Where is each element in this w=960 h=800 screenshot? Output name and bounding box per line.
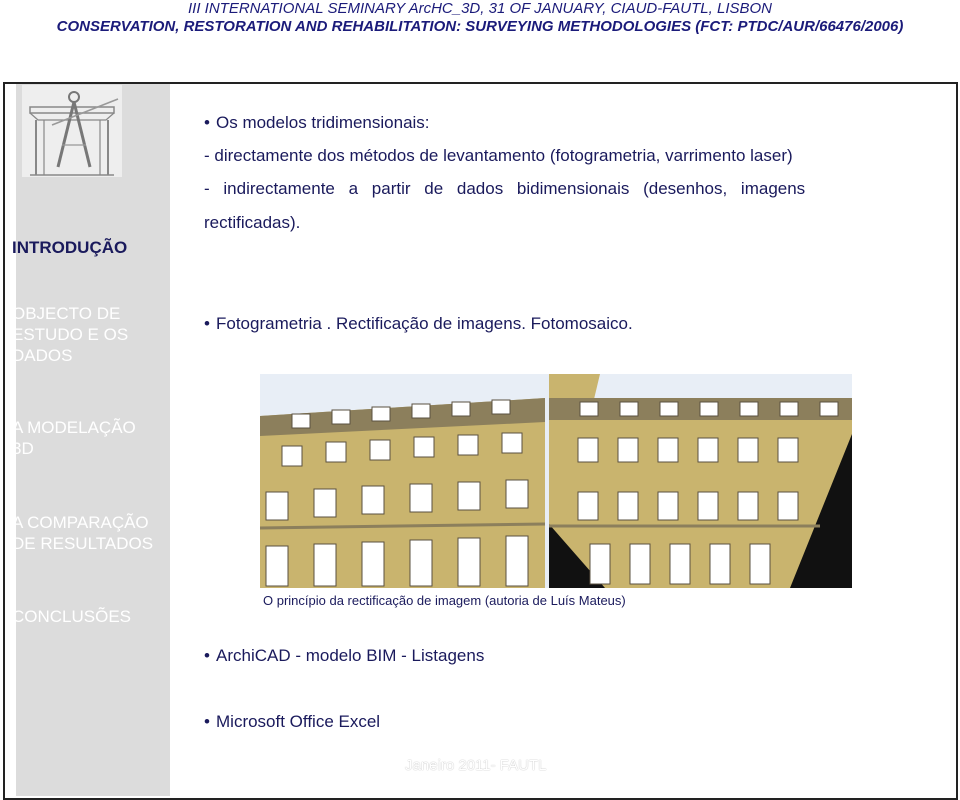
drafting-compass-logo: [22, 85, 122, 177]
facade-images: [259, 374, 852, 588]
bullet-fotogrametria: • Fotogrametria . Rectificação de imagens…: [204, 314, 633, 334]
bullet-modelos: • Os modelos tridimensionais:: [204, 113, 430, 133]
line-directamente: - directamente dos métodos de levantamen…: [204, 146, 793, 165]
bullet-modelos-text: Os modelos tridimensionais:: [216, 113, 430, 132]
nav-objecto-de-estudo[interactable]: OBJECTO DE ESTUDO E OS DADOS: [12, 303, 152, 366]
nav-introducao[interactable]: INTRODUÇÃO: [12, 237, 127, 258]
rectification-photo: [259, 374, 852, 588]
bullet-icon: •: [204, 113, 210, 132]
image-caption: O princípio da rectificação de imagem (a…: [263, 593, 626, 608]
bullet-icon: •: [204, 712, 210, 731]
bullet-fotogrametria-text: Fotogrametria . Rectificação de imagens.…: [216, 314, 633, 333]
nav-comparacao-resultados[interactable]: A COMPARAÇÃO DE RESULTADOS: [12, 512, 162, 554]
seminar-title: III INTERNATIONAL SEMINARY ArcHC_3D, 31 …: [187, 0, 773, 17]
nav-modelacao-3d[interactable]: A MODELAÇÃO 3D: [12, 417, 152, 459]
bullet-excel-text: Microsoft Office Excel: [216, 712, 381, 731]
bullet-archicad-text: ArchiCAD - modelo BIM - Listagens: [216, 646, 485, 665]
bullet-icon: •: [204, 314, 210, 333]
project-title: CONSERVATION, RESTORATION AND REHABILITA…: [56, 18, 904, 35]
nav-conclusoes[interactable]: CONCLUSÕES: [12, 606, 131, 627]
line-rectificadas: rectificadas).: [204, 213, 301, 232]
compass-logo-icon: [22, 85, 122, 177]
bullet-icon: •: [204, 646, 210, 665]
slide-footer: Janeiro 2011- FAUTL: [405, 757, 547, 774]
bullet-excel: • Microsoft Office Excel: [204, 712, 380, 732]
bullet-archicad: • ArchiCAD - modelo BIM - Listagens: [204, 646, 484, 666]
line-indirectamente: - indirectamente a partir de dados bidim…: [204, 179, 806, 198]
